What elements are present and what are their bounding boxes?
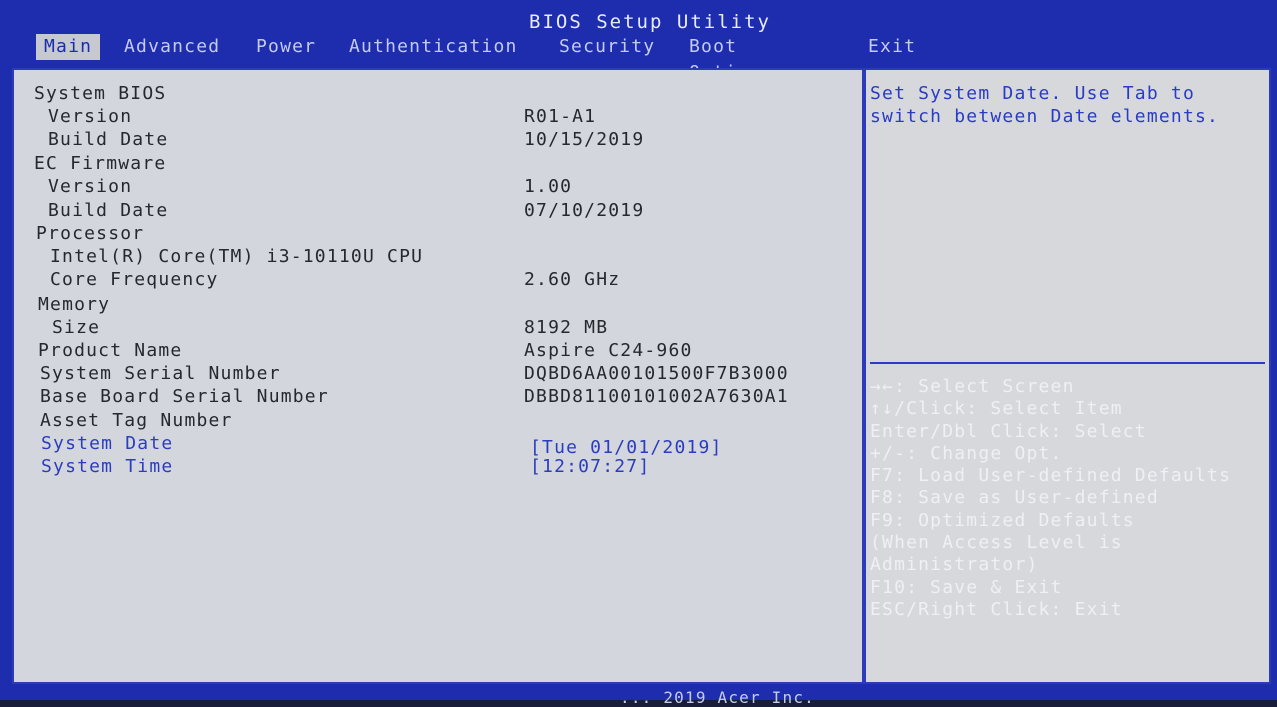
info-row-bios-build-date: Build Date 10/15/2019 (14, 129, 854, 152)
row-value: 07/10/2019 (524, 200, 645, 221)
key-esc: ESC/Right Click: Exit (870, 598, 1123, 620)
system-time-field[interactable]: [12:07:27] (530, 456, 650, 477)
key-enter-select: Enter/Dbl Click: Select (870, 420, 1147, 442)
info-row-system-bios: System BIOS (14, 83, 854, 106)
bios-screen: BIOS Setup Utility Main Advanced Power A… (0, 0, 1277, 707)
item-help-text: Set System Date. Use Tab to switch betwe… (870, 83, 1220, 127)
system-date-row[interactable]: System Date [Tue 01/01/2019] (14, 433, 854, 458)
key-change-option: +/-: Change Opt. (870, 442, 1063, 464)
bios-title: BIOS Setup Utility (529, 11, 771, 33)
tab-authentication[interactable]: Authentication (341, 34, 526, 60)
row-label: Base Board Serial Number (40, 386, 329, 407)
system-date-label: System Date (41, 433, 174, 454)
key-f10: F10: Save & Exit (870, 576, 1063, 598)
tab-exit[interactable]: Exit (860, 34, 924, 60)
main-info-panel: System BIOS Version R01-A1 Build Date 10… (12, 68, 864, 684)
info-row-board-serial: Base Board Serial Number DBBD81100101002… (14, 386, 854, 409)
row-label: EC Firmware (34, 153, 167, 174)
row-label: Version (48, 106, 133, 127)
info-row-system-serial: System Serial Number DQBD6AA00101500F7B3… (14, 363, 854, 386)
copyright-footer: ... 2019 Acer Inc. (620, 688, 815, 707)
key-select-item: ↑↓/Click: Select Item (870, 398, 1123, 420)
info-row-product-name: Product Name Aspire C24-960 (14, 340, 854, 363)
row-value: 1.00 (524, 176, 573, 197)
row-value: R01-A1 (524, 106, 597, 127)
row-label: System BIOS (34, 83, 167, 104)
info-row-core-frequency: Core Frequency 2.60 GHz (14, 269, 854, 292)
row-value: DBBD81100101002A7630A1 (524, 386, 789, 407)
row-value: 2.60 GHz (524, 269, 621, 290)
row-label: System Serial Number (40, 363, 281, 384)
row-label: Processor (36, 223, 145, 244)
info-row-asset-tag: Asset Tag Number (14, 410, 854, 433)
info-row-bios-version: Version R01-A1 (14, 106, 854, 129)
system-time-label: System Time (41, 456, 174, 477)
help-divider (870, 362, 1265, 364)
key-f9-note-cont: Administrator) (870, 554, 1039, 576)
row-label: Build Date (48, 200, 169, 221)
key-f9: F9: Optimized Defaults (870, 509, 1135, 531)
info-row-ec-firmware: EC Firmware (14, 153, 854, 176)
key-select-screen: →←: Select Screen (870, 376, 1075, 397)
info-row-memory-size: Size 8192 MB (14, 317, 854, 340)
system-date-field[interactable]: [Tue 01/01/2019] (530, 437, 723, 458)
info-row-cpu-name: Intel(R) Core(TM) i3-10110U CPU (14, 246, 854, 269)
system-time-row[interactable]: System Time [12:07:27] (14, 456, 854, 479)
row-value: Aspire C24-960 (524, 340, 693, 361)
info-row-ec-version: Version 1.00 (14, 176, 854, 199)
row-label: Version (48, 176, 133, 197)
key-f8: F8: Save as User-defined (870, 487, 1159, 509)
info-row-processor: Processor (14, 223, 854, 246)
row-label: Intel(R) Core(TM) i3-10110U CPU (50, 246, 424, 267)
tab-boot-options[interactable]: Boot Options (681, 34, 781, 83)
key-f7: F7: Load User-defined Defaults (870, 465, 1232, 487)
row-label: Memory (38, 294, 111, 315)
info-row-memory: Memory (14, 294, 854, 317)
help-panel: Set System Date. Use Tab to switch betwe… (864, 68, 1271, 684)
row-label: Build Date (48, 129, 169, 150)
row-value: 10/15/2019 (524, 129, 645, 150)
row-label: Product Name (38, 340, 183, 361)
tab-main[interactable]: Main (36, 34, 101, 60)
row-label: Size (52, 317, 101, 338)
row-value: DQBD6AA00101500F7B3000 (524, 363, 789, 384)
tab-advanced[interactable]: Advanced (116, 34, 228, 60)
tab-security[interactable]: Security (551, 34, 663, 60)
tab-power[interactable]: Power (248, 34, 324, 60)
row-label: Asset Tag Number (40, 410, 233, 431)
key-f9-note: (When Access Level is (870, 532, 1123, 554)
key-legend: →←: Select Screen ↑↓/Click: Select Item … (870, 376, 1265, 621)
row-value: 8192 MB (524, 317, 609, 338)
row-label: Core Frequency (50, 269, 219, 290)
info-row-ec-build-date: Build Date 07/10/2019 (14, 200, 854, 223)
